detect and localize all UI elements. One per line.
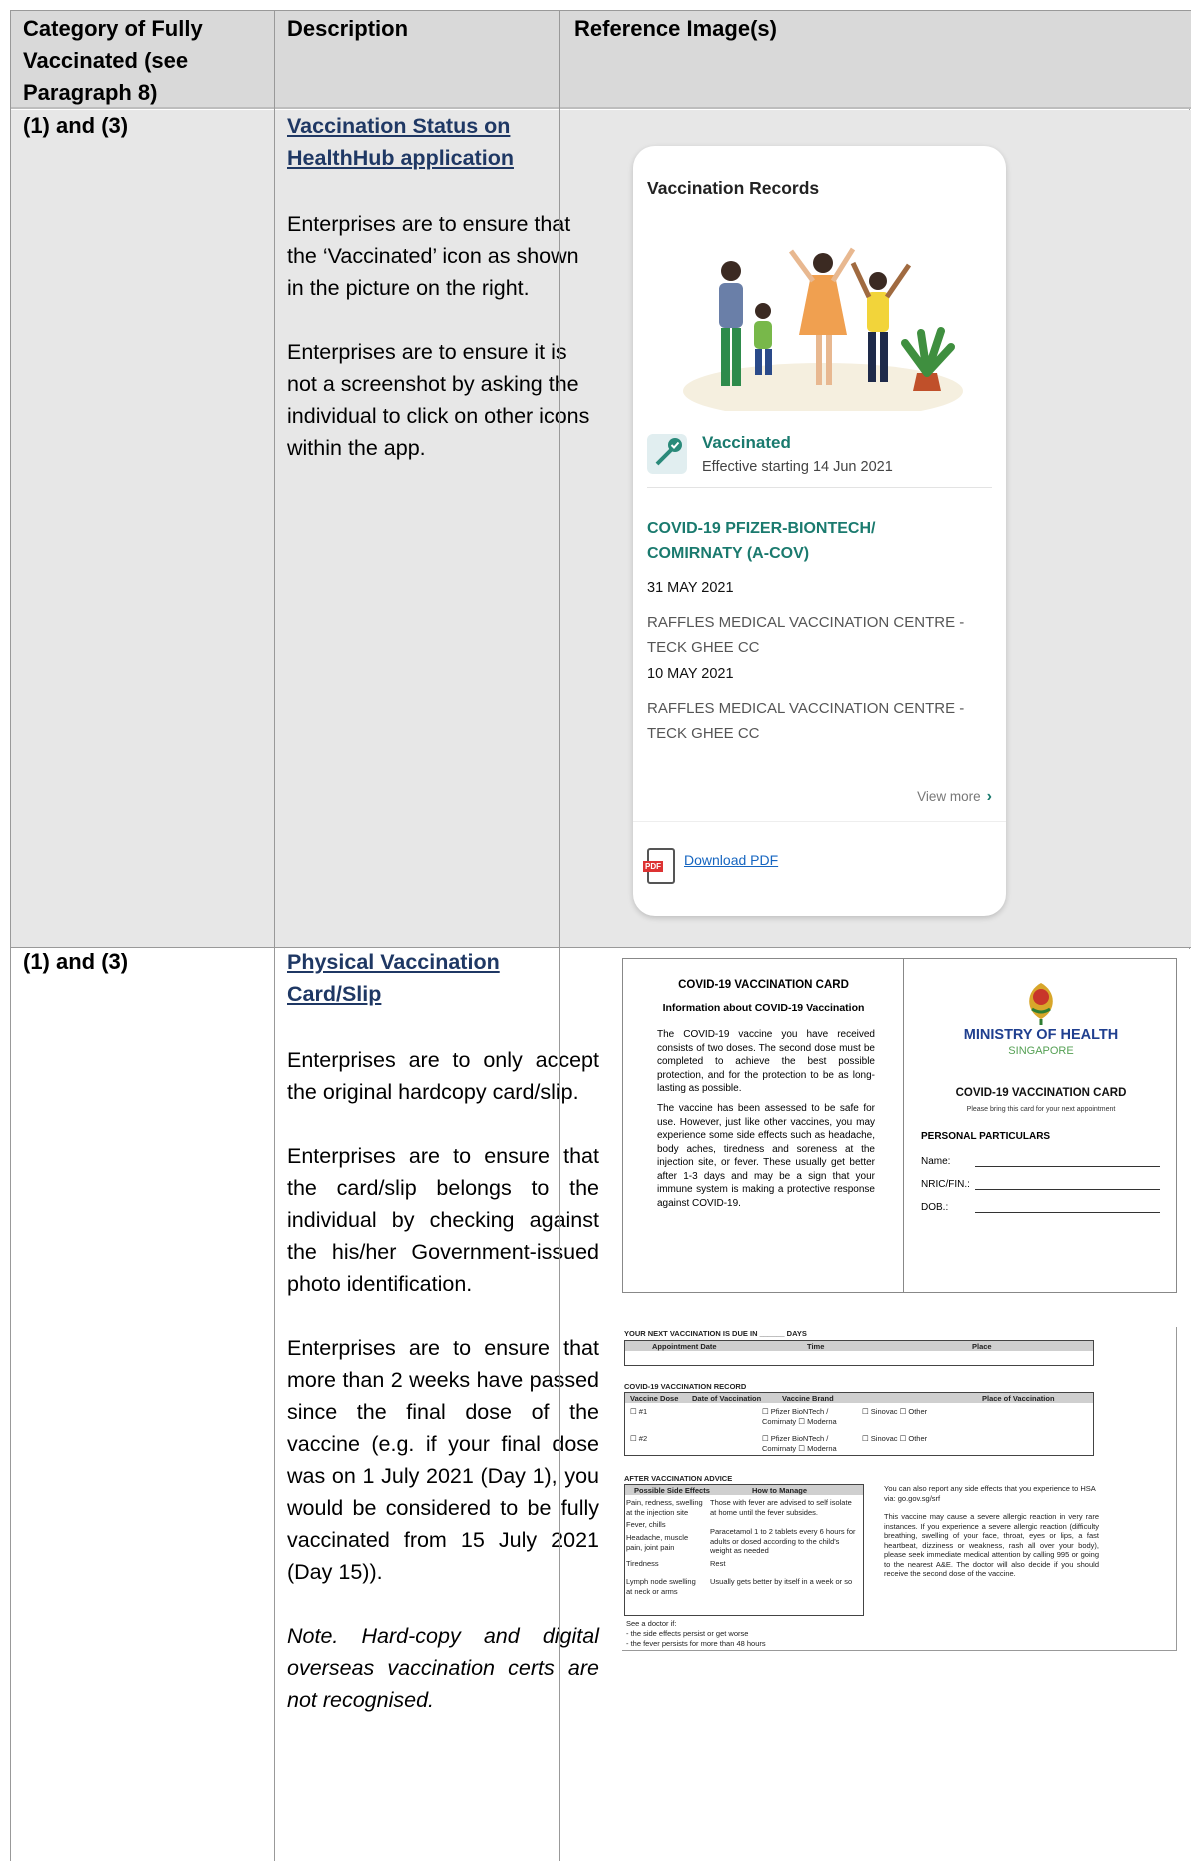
vaccinated-status-row[interactable]: Vaccinated Effective starting 14 Jun 202… [647, 430, 992, 488]
name-line [975, 1166, 1160, 1167]
table-header-row: Category of Fully Vaccinated (see Paragr… [11, 10, 1191, 109]
dob-label: DOB.: [921, 1202, 949, 1213]
card-text: The vaccine has been assessed to be safe… [657, 1103, 875, 1209]
col-head: Time [807, 1342, 825, 1351]
management: Usually gets better by itself in a week … [710, 1577, 853, 1586]
vaccination-record-sheet-image: YOUR NEXT VACCINATION IS DUE IN ______ D… [622, 1327, 1177, 1651]
row-category: (1) and (3) [23, 949, 129, 974]
side-effect: Pain, redness, swelling at the injection… [626, 1498, 703, 1517]
dose-1: ☐ #1 [630, 1407, 648, 1416]
row-description: Physical Vaccination Card/Slip Enterpris… [287, 946, 599, 1748]
row-description: Vaccination Status on HealthHub applicat… [287, 110, 599, 496]
doctor-note: - the side effects persist or get worse [626, 1629, 749, 1638]
chevron-right-icon: › [986, 788, 992, 805]
country-name: SINGAPORE [1008, 1045, 1074, 1057]
record-title: COVID-19 VACCINATION RECORD [624, 1382, 747, 1391]
paragraph: Enterprises are to ensure that the ‘Vacc… [287, 212, 579, 300]
vaccine-name: COVID-19 PFIZER-BIONTECH/ COMIRNATY (A-C… [647, 520, 876, 562]
card-title: COVID-19 VACCINATION CARD [678, 979, 849, 991]
column-divider [559, 10, 560, 1861]
doctor-note: See a doctor if: [626, 1619, 677, 1628]
management: Paracetamol 1 to 2 tablets every 6 hours… [710, 1527, 856, 1555]
physical-vaccination-card-image: COVID-19 VACCINATION CARD Information ab… [622, 958, 1177, 1293]
header-reference-images: Reference Image(s) [574, 16, 777, 41]
people-celebrating-illustration [683, 247, 963, 411]
card-particulars-panel: MINISTRY OF HEALTH SINGAPORE COVID-19 VA… [905, 959, 1177, 1292]
management: Rest [710, 1559, 726, 1568]
report-text: You can also report any side effects tha… [884, 1484, 1096, 1503]
paragraph: Enterprises are to ensure that more than… [287, 1336, 599, 1584]
brand-options: ☐ Pfizer BioNTech / Comirnaty ☐ Moderna [762, 1407, 837, 1426]
col-head: Place of Vaccination [982, 1394, 1055, 1403]
nric-line [975, 1189, 1160, 1190]
column-divider [274, 10, 275, 1861]
card-subtitle: Information about COVID-19 Vaccination [662, 1002, 865, 1014]
view-more-link[interactable]: View more › [917, 788, 992, 806]
nric-label: NRIC/FIN.: [921, 1179, 970, 1190]
healthhub-vaccination-card: Vaccination Records Vaccinated Effective… [633, 146, 1006, 916]
dose-date: 10 MAY 2021 [647, 666, 734, 682]
download-pdf-link[interactable]: Download PDF [684, 852, 778, 868]
header-category: Category of Fully Vaccinated (see Paragr… [23, 16, 203, 105]
brand-options: ☐ Pfizer BioNTech / Comirnaty ☐ Moderna [762, 1434, 837, 1453]
card-note: Please bring this card for your next app… [966, 1106, 1116, 1113]
dose-place: RAFFLES MEDICAL VACCINATION CENTRE - TEC… [647, 614, 965, 656]
ministry-name: MINISTRY OF HEALTH [963, 1027, 1119, 1043]
allergy-text: This vaccine may cause a severe allergic… [884, 1512, 1099, 1578]
vaccinated-syringe-icon [647, 434, 687, 474]
row-category: (1) and (3) [23, 113, 129, 138]
sheet-next-due: YOUR NEXT VACCINATION IS DUE IN ______ D… [624, 1329, 807, 1338]
col-head: Vaccine Dose [630, 1394, 679, 1403]
paragraph: Enterprises are to ensure that the card/… [287, 1144, 599, 1296]
card-heading: Vaccination Records [647, 178, 820, 198]
advice-title: AFTER VACCINATION ADVICE [624, 1474, 733, 1483]
col-head: Possible Side Effects [634, 1486, 710, 1495]
brand-options: ☐ Sinovac ☐ Other [862, 1434, 928, 1443]
particulars-heading: PERSONAL PARTICULARS [921, 1131, 1051, 1142]
card-text: The COVID-19 vaccine you have received c… [657, 1029, 875, 1094]
row-title-link[interactable]: Physical Vaccination Card/Slip [287, 946, 599, 1010]
vaccinated-label: Vaccinated [702, 433, 791, 452]
download-pdf-row[interactable]: PDF Download PDF [633, 821, 1006, 916]
card-info-panel: COVID-19 VACCINATION CARD Information ab… [623, 959, 904, 1292]
col-head: Date of Vaccination [692, 1394, 762, 1403]
doctor-note: - the fever persists for more than 48 ho… [626, 1639, 766, 1648]
col-head: Appointment Date [652, 1342, 717, 1351]
side-effect: Fever, chills [626, 1520, 666, 1529]
note: Note. Hard-copy and digital overseas vac… [287, 1624, 599, 1712]
pdf-download-icon: PDF [643, 848, 675, 884]
side-effect: Tiredness [626, 1559, 659, 1568]
dose-place: RAFFLES MEDICAL VACCINATION CENTRE - TEC… [647, 700, 965, 742]
brand-options: ☐ Sinovac ☐ Other [862, 1407, 928, 1416]
moh-logo-icon [1029, 983, 1053, 1025]
col-head: Place [972, 1342, 992, 1351]
dob-line [975, 1212, 1160, 1213]
effective-date: Effective starting 14 Jun 2021 [702, 459, 893, 475]
card-title: COVID-19 VACCINATION CARD [955, 1087, 1127, 1099]
side-effect: Headache, muscle pain, joint pain [626, 1533, 689, 1552]
col-head: Vaccine Brand [782, 1394, 834, 1403]
name-label: Name: [921, 1156, 951, 1167]
table-row: (1) and (3) Vaccination Status on Health… [11, 110, 1191, 948]
side-effect: Lymph node swelling at neck or arms [626, 1577, 696, 1596]
management: Those with fever are advised to self iso… [710, 1498, 852, 1517]
paragraph: Enterprises are to only accept the origi… [287, 1048, 599, 1104]
col-head: How to Manage [752, 1486, 808, 1495]
header-description: Description [287, 16, 409, 41]
paragraph: Enterprises are to ensure it is not a sc… [287, 340, 590, 460]
dose-date: 31 MAY 2021 [647, 580, 734, 596]
dose-2: ☐ #2 [630, 1434, 648, 1443]
row-title-link[interactable]: Vaccination Status on HealthHub applicat… [287, 110, 599, 174]
